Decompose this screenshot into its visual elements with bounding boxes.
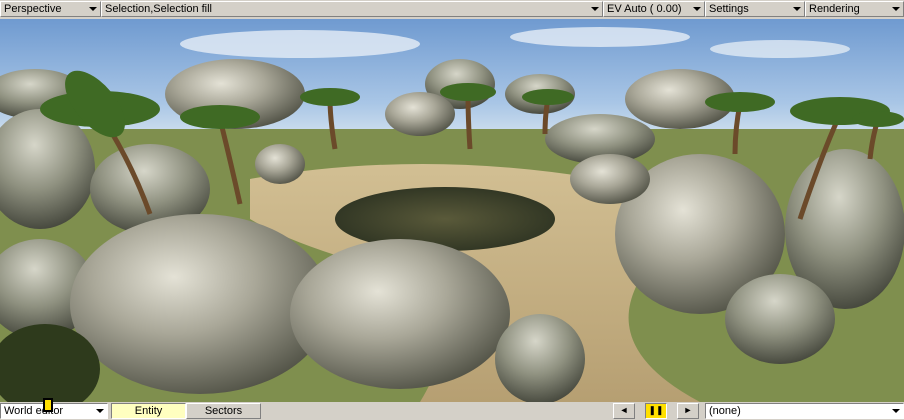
play-back-icon: ◄	[619, 405, 629, 415]
play-back-button[interactable]: ◄	[613, 403, 635, 419]
object-select[interactable]: (none)	[705, 403, 904, 419]
rendering-dropdown[interactable]: Rendering	[805, 1, 904, 17]
cursor-marker	[43, 398, 53, 412]
pause-button[interactable]: ❚❚	[645, 403, 667, 419]
chevron-down-icon	[892, 409, 900, 413]
selection-mode-dropdown[interactable]: Selection,Selection fill	[101, 1, 603, 17]
object-select-label: (none)	[709, 405, 741, 417]
chevron-down-icon	[96, 409, 104, 413]
pause-icon: ❚❚	[648, 405, 664, 415]
chevron-down-icon	[793, 7, 801, 11]
chevron-down-icon	[693, 7, 701, 11]
rendering-label: Rendering	[809, 3, 860, 15]
editor-mode-label: World editor	[4, 405, 64, 417]
tab-entity[interactable]: Entity	[111, 403, 186, 419]
play-forward-button[interactable]: ►	[677, 403, 699, 419]
status-toolbar: World editor Entity Sectors ◄ ❚❚ ► (none…	[0, 402, 904, 420]
tab-entity-label: Entity	[134, 405, 163, 417]
settings-label: Settings	[709, 3, 749, 15]
exposure-label: EV Auto ( 0.00)	[607, 3, 682, 15]
chevron-down-icon	[591, 7, 599, 11]
3d-viewport[interactable]	[0, 19, 904, 402]
play-forward-icon: ►	[683, 405, 693, 415]
scene-render	[0, 27, 904, 402]
chevron-down-icon	[892, 7, 900, 11]
editor-mode-select[interactable]: World editor	[0, 403, 108, 419]
selection-mode-label: Selection,Selection fill	[105, 3, 213, 15]
view-mode-label: Perspective	[4, 3, 62, 15]
viewport-toolbar: Perspective Selection,Selection fill EV …	[0, 0, 904, 19]
tab-sectors[interactable]: Sectors	[186, 403, 261, 419]
settings-dropdown[interactable]: Settings	[705, 1, 805, 17]
exposure-dropdown[interactable]: EV Auto ( 0.00)	[603, 1, 705, 17]
view-mode-dropdown[interactable]: Perspective	[0, 1, 101, 17]
tab-sectors-label: Sectors	[204, 405, 243, 417]
chevron-down-icon	[89, 7, 97, 11]
